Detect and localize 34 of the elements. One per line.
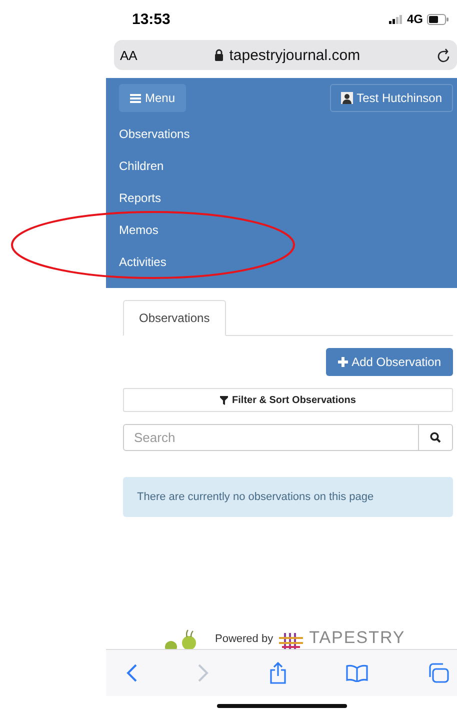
lock-icon <box>214 49 224 61</box>
powered-by-text: Powered by <box>215 633 274 647</box>
menu-icon <box>130 94 141 102</box>
network-label: 4G <box>406 12 423 26</box>
search-field[interactable]: Search <box>123 424 419 451</box>
add-observation-button[interactable]: Add Observation <box>326 348 453 376</box>
plus-icon <box>338 357 348 367</box>
text-size-button[interactable]: AA <box>120 48 138 62</box>
search-button[interactable] <box>419 424 453 451</box>
empty-notice: There are currently no observations on this page <box>123 477 453 517</box>
tabs-icon[interactable] <box>427 663 449 683</box>
back-icon[interactable] <box>126 664 138 682</box>
battery-icon <box>427 14 449 24</box>
brand-name: TAPESTRY <box>309 629 406 649</box>
book-icon[interactable] <box>346 664 368 682</box>
signal-icon <box>388 14 403 24</box>
address-bar[interactable]: AA tapestryjournal.com <box>114 40 457 70</box>
search-icon <box>430 432 441 443</box>
filter-sort-button[interactable]: Filter & Sort Observations <box>123 388 453 412</box>
reload-icon[interactable] <box>437 48 451 62</box>
menu-item[interactable]: Memos <box>106 214 158 246</box>
menu-item[interactable]: Children <box>106 150 164 182</box>
menu-button[interactable]: Menu <box>119 84 186 112</box>
filter-icon <box>220 396 228 404</box>
tab[interactable]: Observations <box>123 300 226 336</box>
person-icon <box>340 92 353 104</box>
menu-item[interactable]: Activities <box>106 246 166 278</box>
menu-item[interactable]: Observations <box>106 118 190 150</box>
url-text: tapestryjournal.com <box>229 46 360 64</box>
hash-logo-icon <box>279 633 304 649</box>
menu-item[interactable]: Reports <box>106 182 162 214</box>
user-button[interactable]: Test Hutchinson <box>330 84 453 112</box>
status-time: 13:53 <box>132 10 170 28</box>
share-icon[interactable] <box>268 662 286 684</box>
